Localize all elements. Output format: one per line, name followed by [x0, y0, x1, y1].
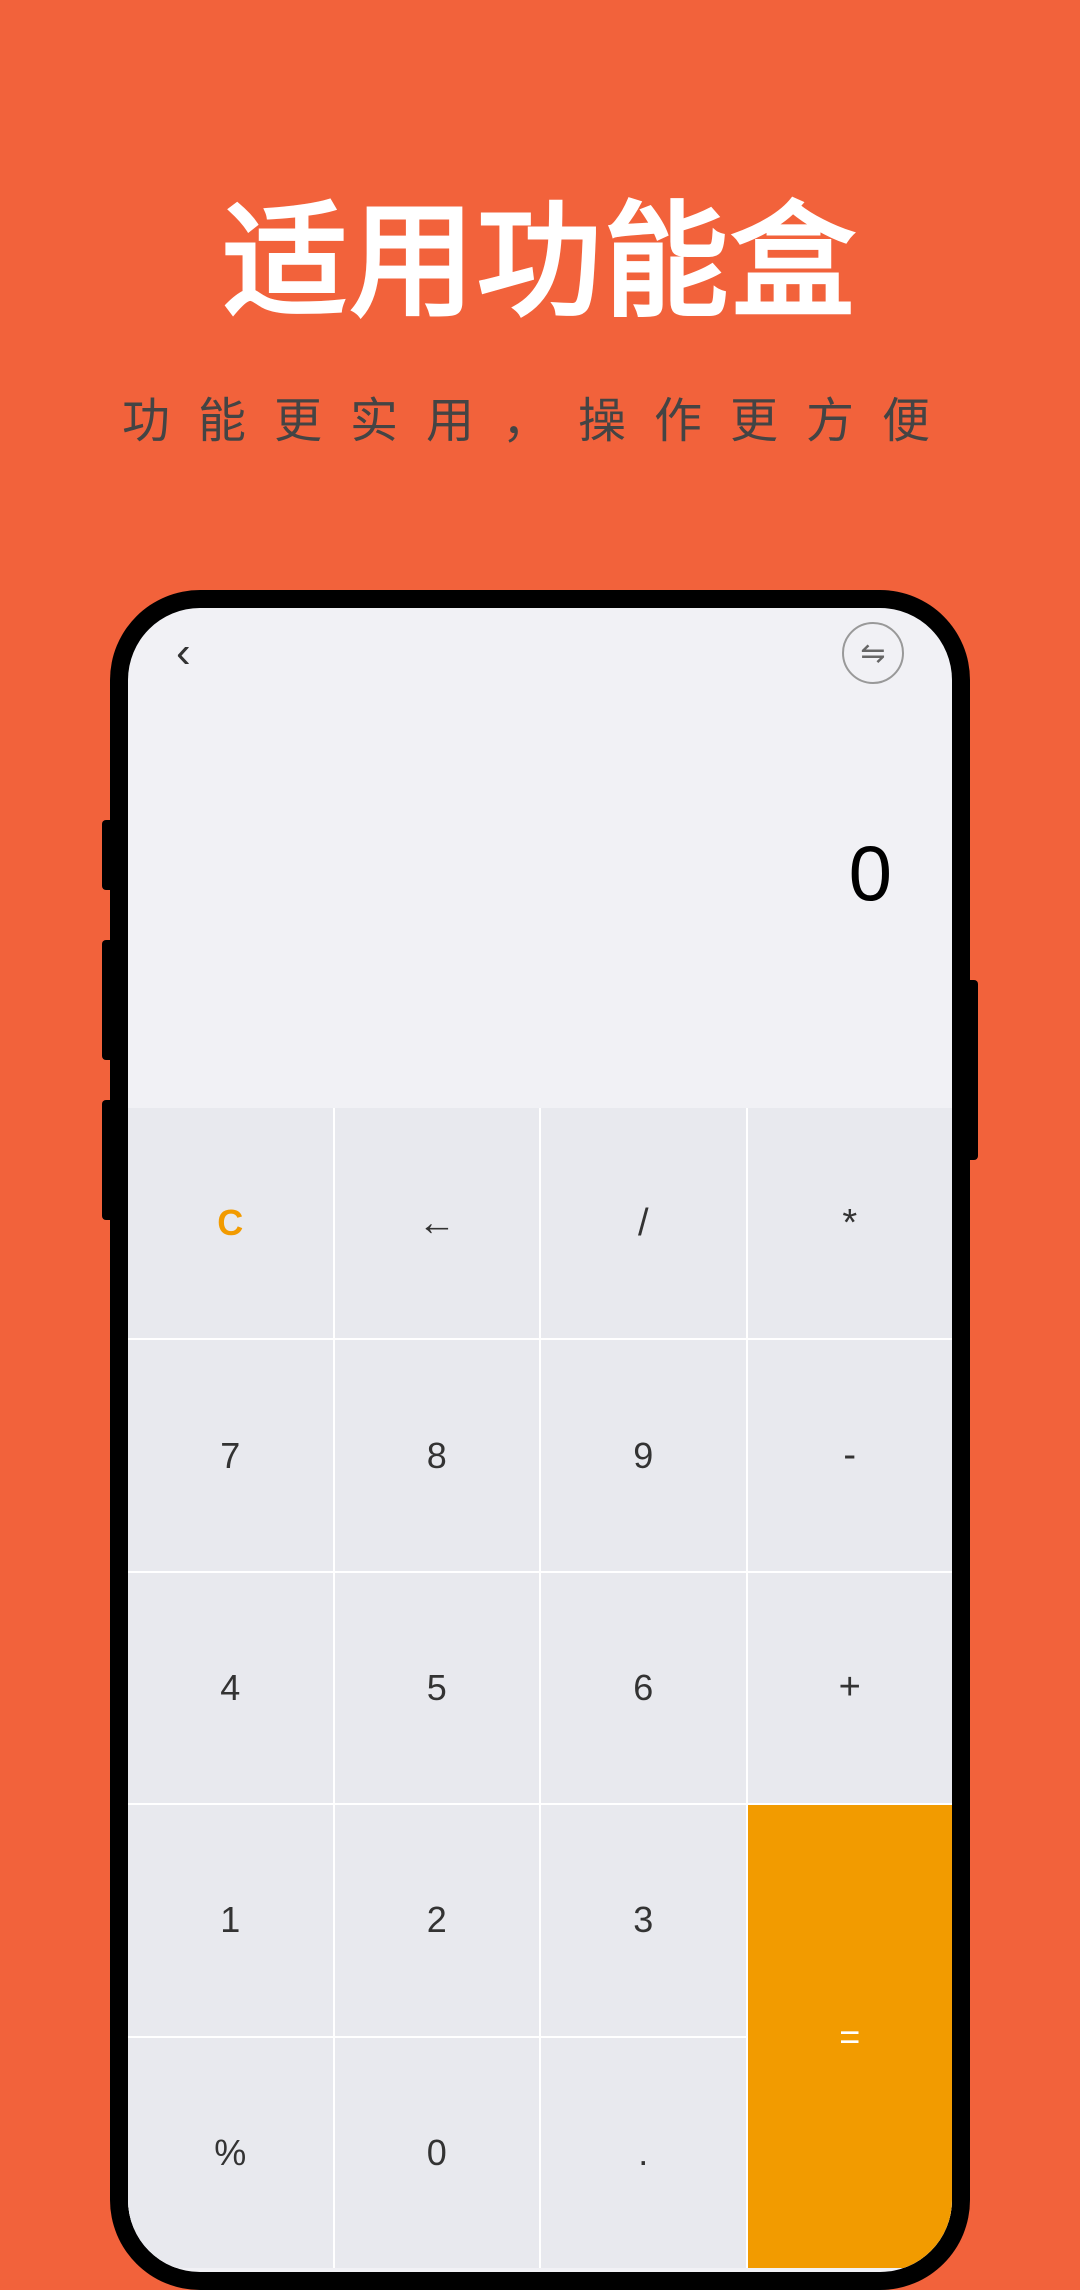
key-seven[interactable]: 7 [128, 1340, 333, 1570]
key-backspace[interactable]: ← [335, 1108, 540, 1338]
key-clear[interactable]: C [128, 1108, 333, 1338]
key-plus[interactable]: + [748, 1573, 953, 1803]
phone-power-button [970, 980, 978, 1160]
key-one[interactable]: 1 [128, 1805, 333, 2035]
phone-volume-button [102, 820, 110, 890]
key-nine[interactable]: 9 [541, 1340, 746, 1570]
key-five[interactable]: 5 [335, 1573, 540, 1803]
phone-screen: ‹ ⇋ 0 C ← / * 7 8 9 - 4 5 6 + 1 2 [128, 608, 952, 2272]
key-multiply[interactable]: * [748, 1108, 953, 1338]
key-dot[interactable]: . [541, 2038, 746, 2268]
promo-title: 适用功能盒 [0, 0, 1080, 341]
key-four[interactable]: 4 [128, 1573, 333, 1803]
swap-button[interactable]: ⇋ [842, 622, 904, 684]
app-header: ‹ ⇋ [128, 608, 952, 678]
swap-icon: ⇋ [860, 636, 885, 671]
key-eight[interactable]: 8 [335, 1340, 540, 1570]
key-equals[interactable]: = [748, 1805, 953, 2268]
display-value: 0 [849, 828, 892, 919]
key-percent[interactable]: % [128, 2038, 333, 2268]
phone-volume-button [102, 1100, 110, 1220]
key-six[interactable]: 6 [541, 1573, 746, 1803]
key-two[interactable]: 2 [335, 1805, 540, 2035]
key-three[interactable]: 3 [541, 1805, 746, 2035]
back-icon[interactable]: ‹ [176, 628, 191, 678]
key-minus[interactable]: - [748, 1340, 953, 1570]
promo-subtitle: 功能更实用，操作更方便 [0, 381, 1080, 451]
phone-volume-button [102, 940, 110, 1060]
key-divide[interactable]: / [541, 1108, 746, 1338]
keypad: C ← / * 7 8 9 - 4 5 6 + 1 2 3 = % 0 . [128, 1108, 952, 2268]
key-zero[interactable]: 0 [335, 2038, 540, 2268]
phone-frame: ‹ ⇋ 0 C ← / * 7 8 9 - 4 5 6 + 1 2 [110, 590, 970, 2290]
calculator-display: 0 [128, 678, 952, 1108]
